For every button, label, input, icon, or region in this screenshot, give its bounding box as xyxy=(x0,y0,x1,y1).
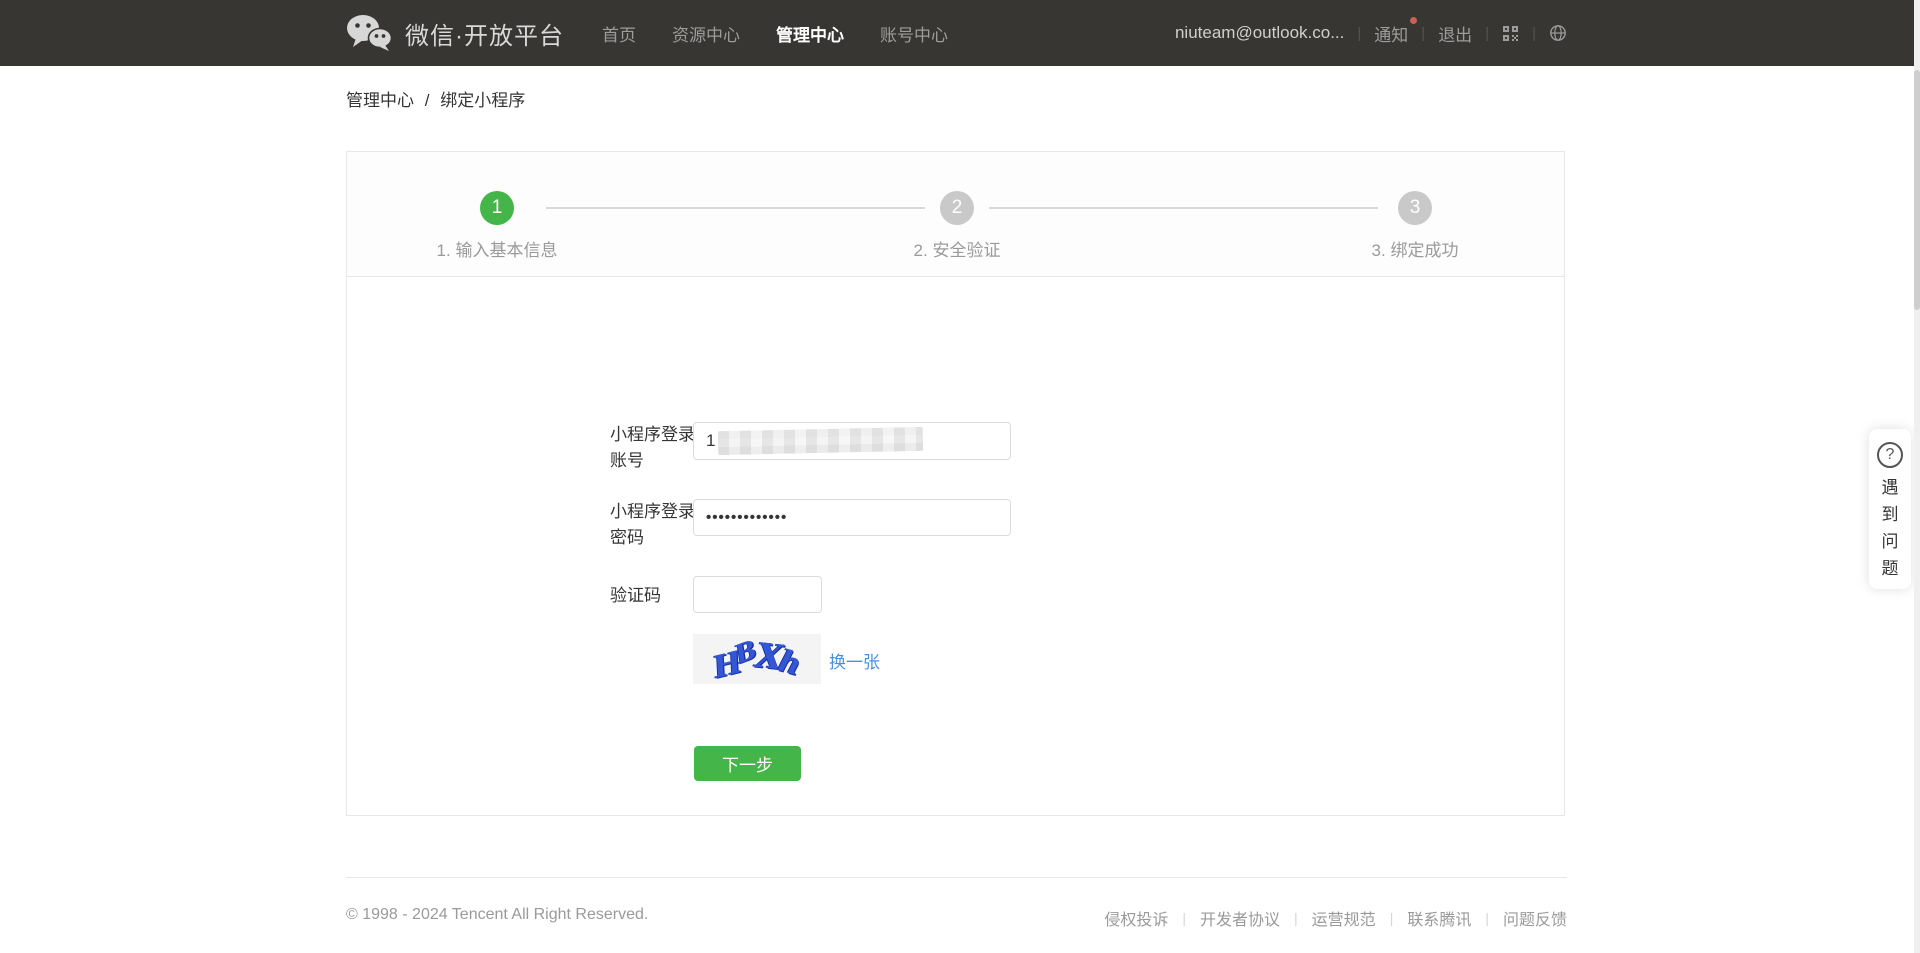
footer-link-divider: | xyxy=(1182,910,1187,926)
captcha-label: 验证码 xyxy=(610,586,661,605)
footer-link-contact-tencent[interactable]: 联系腾讯 xyxy=(1407,906,1471,930)
wechat-logo-icon xyxy=(347,15,392,51)
footer-link-divider: | xyxy=(1389,910,1394,926)
footer-divider xyxy=(346,877,1567,878)
step-connector-line xyxy=(989,207,1378,209)
redacted-account-value xyxy=(718,426,924,456)
captcha-input[interactable] xyxy=(693,576,822,613)
scrollbar-track[interactable] xyxy=(1914,0,1920,953)
footer-link-operation-rules[interactable]: 运营规范 xyxy=(1312,906,1376,930)
header-right-cluster: niuteam@outlook.co... | 通知 | 退出 | | xyxy=(1175,0,1567,66)
nav-item-resources[interactable]: 资源中心 xyxy=(672,21,740,46)
page: 微信·开放平台 首页 资源中心 管理中心 账号中心 niuteam@outloo… xyxy=(0,0,1920,953)
account-input[interactable]: 1 xyxy=(693,422,1011,460)
step-2-label: 2. 安全验证 xyxy=(913,241,1001,260)
main-nav: 首页 资源中心 管理中心 账号中心 xyxy=(602,0,948,66)
footer-link-divider: | xyxy=(1294,910,1298,926)
captcha-image[interactable]: H B X h xyxy=(693,634,821,684)
account-label: 小程序登录 账号 xyxy=(610,422,700,474)
breadcrumb-parent[interactable]: 管理中心 xyxy=(346,91,414,110)
language-globe-icon[interactable] xyxy=(1549,24,1567,42)
copyright-text: © 1998 - 2024 Tencent All Right Reserved… xyxy=(346,906,649,923)
qrcode-icon[interactable] xyxy=(1502,25,1519,42)
bind-miniprogram-card: 1 2 3 1. 输入基本信息 2. 安全验证 3. 绑定成功 小程序登录 账号… xyxy=(346,151,1565,816)
footer-link-feedback[interactable]: 问题反馈 xyxy=(1503,906,1567,930)
step-1-circle: 1 xyxy=(480,191,514,225)
help-widget-char: 题 xyxy=(1881,559,1899,578)
nav-item-home[interactable]: 首页 xyxy=(602,21,636,46)
help-widget-char: 到 xyxy=(1881,505,1899,524)
password-label: 小程序登录 密码 xyxy=(610,499,700,551)
step-indicator: 1 2 3 1. 输入基本信息 2. 安全验证 3. 绑定成功 xyxy=(347,152,1564,277)
help-widget-char: 问 xyxy=(1881,532,1899,551)
notifications-link[interactable]: 通知 xyxy=(1374,16,1418,46)
header-divider: | xyxy=(1485,24,1490,42)
step-3-label: 3. 绑定成功 xyxy=(1371,241,1459,260)
logout-link[interactable]: 退出 xyxy=(1438,21,1472,46)
brand-logo[interactable]: 微信·开放平台 xyxy=(346,0,564,66)
header-divider: | xyxy=(1421,24,1426,42)
password-input[interactable]: ••••••••••••• xyxy=(693,499,1011,536)
password-label-line2: 密码 xyxy=(610,528,644,547)
account-label-line1: 小程序登录 xyxy=(610,425,695,444)
notification-badge-dot xyxy=(1410,16,1418,24)
nav-item-account[interactable]: 账号中心 xyxy=(880,21,948,46)
header-divider: | xyxy=(1532,24,1536,42)
help-widget[interactable]: ? 遇 到 问 题 xyxy=(1869,429,1911,589)
password-label-line1: 小程序登录 xyxy=(610,502,695,521)
footer-link-infringement[interactable]: 侵权投诉 xyxy=(1104,906,1168,930)
footer-link-developer-agreement[interactable]: 开发者协议 xyxy=(1200,906,1280,930)
breadcrumb-separator: / xyxy=(424,91,430,110)
breadcrumb: 管理中心 / 绑定小程序 xyxy=(346,86,525,111)
nav-item-management[interactable]: 管理中心 xyxy=(776,21,844,46)
step-2-circle: 2 xyxy=(940,191,974,225)
brand-title: 微信·开放平台 xyxy=(405,22,564,50)
footer-link-divider: | xyxy=(1485,910,1489,926)
step-3-circle: 3 xyxy=(1398,191,1432,225)
account-value-visible: 1 xyxy=(706,431,716,450)
breadcrumb-current: 绑定小程序 xyxy=(440,91,526,110)
step-connector-line xyxy=(546,207,925,209)
account-label-line2: 账号 xyxy=(610,451,644,470)
scrollbar-thumb[interactable] xyxy=(1914,70,1920,310)
header-divider: | xyxy=(1357,24,1362,42)
captcha-refresh-link[interactable]: 换一张 xyxy=(829,648,880,673)
help-widget-char: 遇 xyxy=(1881,478,1899,497)
next-step-button[interactable]: 下一步 xyxy=(694,746,801,781)
step-1-label: 1. 输入基本信息 xyxy=(436,241,558,260)
top-navbar: 微信·开放平台 首页 资源中心 管理中心 账号中心 niuteam@outloo… xyxy=(0,0,1920,66)
account-email[interactable]: niuteam@outlook.co... xyxy=(1175,23,1344,43)
footer-links: 侵权投诉 | 开发者协议 | 运营规范 | 联系腾讯 | 问题反馈 xyxy=(1104,906,1567,930)
notifications-label: 通知 xyxy=(1374,25,1409,45)
question-mark-icon: ? xyxy=(1877,442,1903,468)
